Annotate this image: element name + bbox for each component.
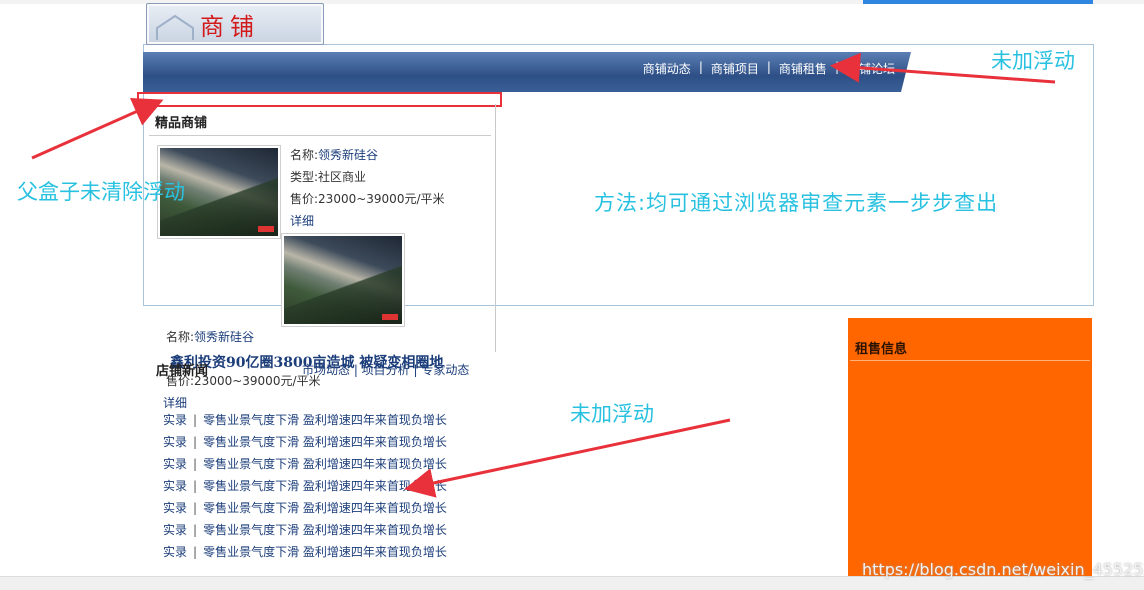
- arrow-bottom: [404, 418, 731, 498]
- arrow-top: [830, 52, 1056, 84]
- arrow-left: [31, 98, 164, 160]
- watermark: https://blog.csdn.net/weixin_45525272: [862, 560, 1144, 579]
- annotation-arrows: [31, 52, 1056, 498]
